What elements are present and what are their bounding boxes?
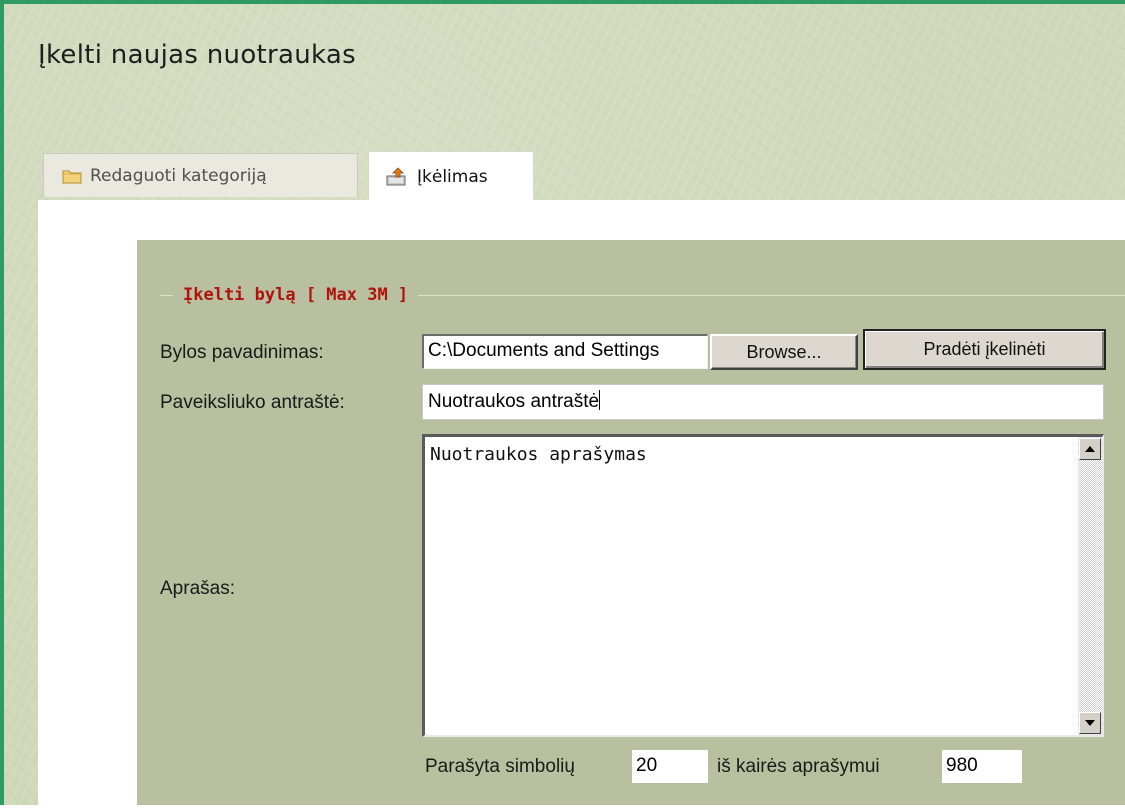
image-title-input[interactable]: Nuotraukos antraštė: [422, 384, 1104, 420]
tab-upload[interactable]: Įkėlimas: [368, 151, 534, 201]
tab-edit-category-label: Redaguoti kategoriją: [90, 165, 267, 186]
textarea-scrollbar[interactable]: [1078, 437, 1102, 735]
written-chars-count: 20: [632, 750, 708, 783]
scroll-up-icon[interactable]: [1079, 438, 1101, 460]
file-path-input[interactable]: C:\Documents and Settings: [422, 334, 708, 369]
folder-icon: [62, 168, 82, 184]
description-label: Aprašas:: [160, 578, 235, 599]
file-name-label: Bylos pavadinimas:: [160, 342, 324, 363]
start-upload-button[interactable]: Pradėti įkelinėti: [863, 329, 1106, 370]
remaining-chars-count: 980: [942, 750, 1022, 783]
page-title: Įkelti naujas nuotraukas: [38, 40, 356, 70]
text-caret: [599, 390, 601, 410]
remaining-chars-label: iš kairės aprašymui: [717, 756, 880, 777]
image-title-label: Paveiksliuko antraštė:: [160, 392, 345, 413]
scroll-down-icon[interactable]: [1079, 712, 1101, 734]
description-value: Nuotraukos aprašymas: [430, 444, 647, 465]
tab-upload-label: Įkėlimas: [417, 166, 488, 187]
upload-icon: [385, 166, 409, 187]
browse-button[interactable]: Browse...: [710, 334, 858, 370]
description-textarea[interactable]: Nuotraukos aprašymas: [422, 434, 1104, 737]
upload-legend: Įkelti bylą [ Max 3M ]: [173, 285, 419, 305]
tab-edit-category[interactable]: Redaguoti kategoriją: [43, 153, 358, 197]
image-title-value: Nuotraukos antraštė: [428, 391, 600, 412]
written-chars-label: Parašyta simbolių: [425, 756, 575, 777]
